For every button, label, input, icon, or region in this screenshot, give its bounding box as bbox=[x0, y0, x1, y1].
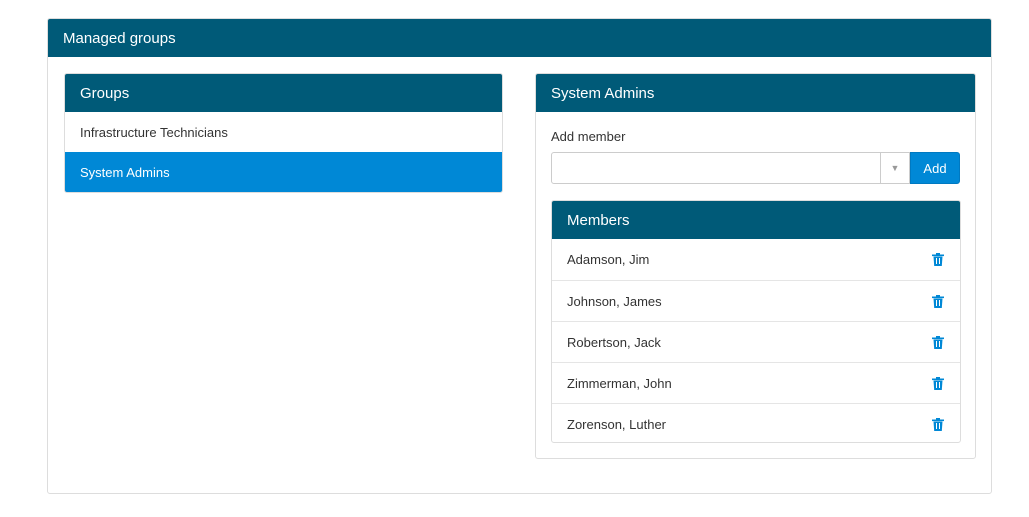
member-row: Adamson, Jim bbox=[552, 239, 960, 280]
add-member-row: ▼ Add bbox=[551, 152, 960, 184]
managed-groups-panel: Managed groups Groups Infrastructure Tec… bbox=[47, 18, 992, 494]
member-name: Zorenson, Luther bbox=[567, 416, 667, 432]
chevron-down-icon[interactable]: ▼ bbox=[880, 153, 909, 183]
member-name: Adamson, Jim bbox=[567, 252, 650, 267]
group-detail-panel: System Admins Add member ▼ Add Members A… bbox=[535, 73, 976, 459]
member-row: Johnson, James bbox=[552, 280, 960, 321]
add-member-input[interactable] bbox=[552, 153, 880, 183]
trash-icon[interactable] bbox=[931, 335, 945, 349]
member-row: Robertson, Jack bbox=[552, 321, 960, 362]
add-member-label: Add member bbox=[551, 129, 626, 144]
group-item-infrastructure-technicians[interactable]: Infrastructure Technicians bbox=[65, 112, 502, 152]
member-name: Zimmerman, John bbox=[567, 375, 672, 391]
group-item-system-admins[interactable]: System Admins bbox=[65, 152, 502, 192]
groups-heading: Groups bbox=[65, 74, 502, 112]
page-title: Managed groups bbox=[48, 19, 991, 57]
add-member-select[interactable]: ▼ bbox=[551, 152, 910, 184]
trash-icon[interactable] bbox=[931, 294, 945, 308]
member-name: Robertson, Jack bbox=[567, 334, 661, 350]
trash-icon[interactable] bbox=[931, 253, 945, 267]
trash-icon[interactable] bbox=[931, 417, 945, 431]
members-list: Adamson, Jim Johnson, James Robertson, J… bbox=[552, 239, 960, 442]
member-name: Johnson, James bbox=[567, 293, 662, 309]
member-row: Zorenson, Luther bbox=[552, 403, 960, 442]
groups-panel: Groups Infrastructure Technicians System… bbox=[64, 73, 503, 193]
members-panel: Members Adamson, Jim Johnson, James Robe… bbox=[551, 200, 961, 443]
group-detail-heading: System Admins bbox=[536, 74, 975, 112]
member-row: Zimmerman, John bbox=[552, 362, 960, 403]
trash-icon[interactable] bbox=[931, 376, 945, 390]
add-member-button[interactable]: Add bbox=[910, 152, 960, 184]
groups-list: Infrastructure Technicians System Admins bbox=[65, 112, 502, 192]
members-heading: Members bbox=[552, 201, 960, 239]
